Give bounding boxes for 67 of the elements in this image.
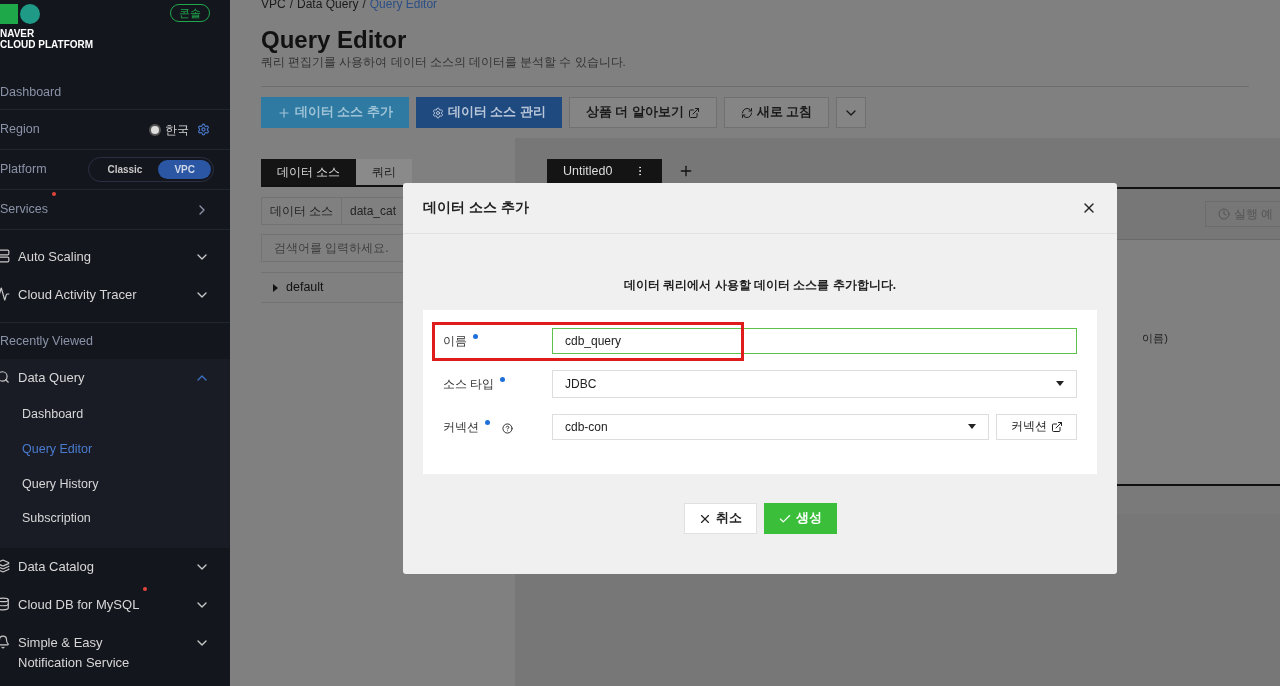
platform-label: Platform	[0, 161, 47, 179]
menu-label: Data Catalog	[18, 558, 94, 576]
service-icon	[0, 597, 10, 611]
menu-label: Data Query	[18, 369, 85, 387]
menu-label: Auto Scaling	[18, 248, 91, 266]
submenu-item[interactable]: Query History	[0, 466, 230, 502]
panel-tab[interactable]: 쿼리	[356, 159, 413, 185]
breadcrumb-link[interactable]: VPC	[261, 0, 286, 12]
select-field[interactable]: JDBC	[552, 369, 1077, 398]
dialog-title: 데이터 소스 추가	[423, 198, 529, 217]
menu-item[interactable]: Data Query	[0, 359, 230, 397]
menu-item[interactable]: Cloud DB for MySQL	[0, 586, 230, 624]
submenu-item[interactable]: Subscription	[0, 501, 230, 536]
service-icon	[0, 635, 10, 649]
name-field[interactable]: cdb_query	[552, 327, 1077, 354]
select-field[interactable]: cdb-con	[552, 413, 989, 440]
platform-option[interactable]: Classic	[91, 160, 159, 179]
breadcrumb-separator: /	[289, 0, 294, 12]
connection-link-button[interactable]: 커넥션	[996, 413, 1077, 440]
editor-hint: 이름)	[1142, 331, 1168, 346]
page-subtitle: 쿼리 편집기를 사용하여 데이터 소스의 데이터를 분석할 수 있습니다.	[261, 55, 627, 70]
settings-icon	[431, 106, 444, 119]
menu-label: Cloud Activity Tracer	[18, 286, 137, 304]
source-selector[interactable]: 데이터 소스	[262, 198, 342, 224]
menu-item[interactable]: Simple & Easy Notification Service	[0, 624, 230, 682]
submenu-item[interactable]: Query Editor	[0, 431, 230, 467]
manage-source-button[interactable]: 데이터 소스 관리	[415, 97, 562, 128]
clock-icon	[1217, 208, 1230, 220]
field-label: 이름	[443, 332, 467, 350]
menu-item[interactable]: Auto Scaling	[0, 238, 230, 276]
plus-icon	[277, 105, 291, 120]
menu-item[interactable]: Cloud Activity Tracer	[0, 276, 230, 314]
external-link-icon	[1050, 420, 1063, 433]
logo-icon	[0, 4, 42, 24]
section-title: Recently Viewed	[0, 332, 94, 350]
field-label: 커넥션	[443, 418, 479, 436]
menu-label: Simple & Easy Notification Service	[18, 634, 131, 672]
submenu-item[interactable]: Dashboard	[0, 397, 230, 432]
dialog-description: 데이터 쿼리에서 사용할 데이터 소스를 추가합니다.	[623, 277, 897, 294]
service-icon	[0, 249, 10, 263]
service-icon	[0, 559, 10, 573]
service-icon	[0, 370, 10, 384]
field-label: 소스 타입	[443, 375, 495, 393]
region-value: 한국	[165, 121, 189, 139]
breadcrumb-separator: /	[362, 0, 366, 12]
editor-tab[interactable]: Untitled0	[547, 159, 662, 183]
panel-tab[interactable]: 데이터 소스	[261, 159, 357, 185]
learn-more-button[interactable]: 상품 더 알아보기	[568, 97, 717, 128]
platform-option[interactable]: VPC	[158, 160, 211, 179]
breadcrumb-link[interactable]: Data Query	[297, 0, 359, 12]
refresh-icon	[740, 106, 753, 119]
settings-icon	[197, 123, 210, 136]
flag-icon	[149, 123, 161, 136]
services-label: Services	[0, 200, 56, 219]
logo-text: NAVER CLOUD PLATFORM	[0, 28, 94, 50]
cancel-button[interactable]: 취소	[683, 503, 757, 534]
page-title: Query Editor	[261, 26, 408, 54]
caret-icon	[273, 283, 278, 292]
dropdown-icon	[968, 424, 976, 429]
region-label: Region	[0, 121, 40, 139]
add-tab-icon	[678, 163, 694, 179]
refresh-button[interactable]: 새로 고침	[723, 97, 830, 128]
menu-label: Cloud DB for MySQL	[18, 595, 148, 615]
menu-item[interactable]: Data Catalog	[0, 548, 230, 586]
external-link-icon	[687, 106, 700, 119]
dropdown-icon	[1056, 381, 1064, 386]
service-icon	[0, 287, 10, 301]
